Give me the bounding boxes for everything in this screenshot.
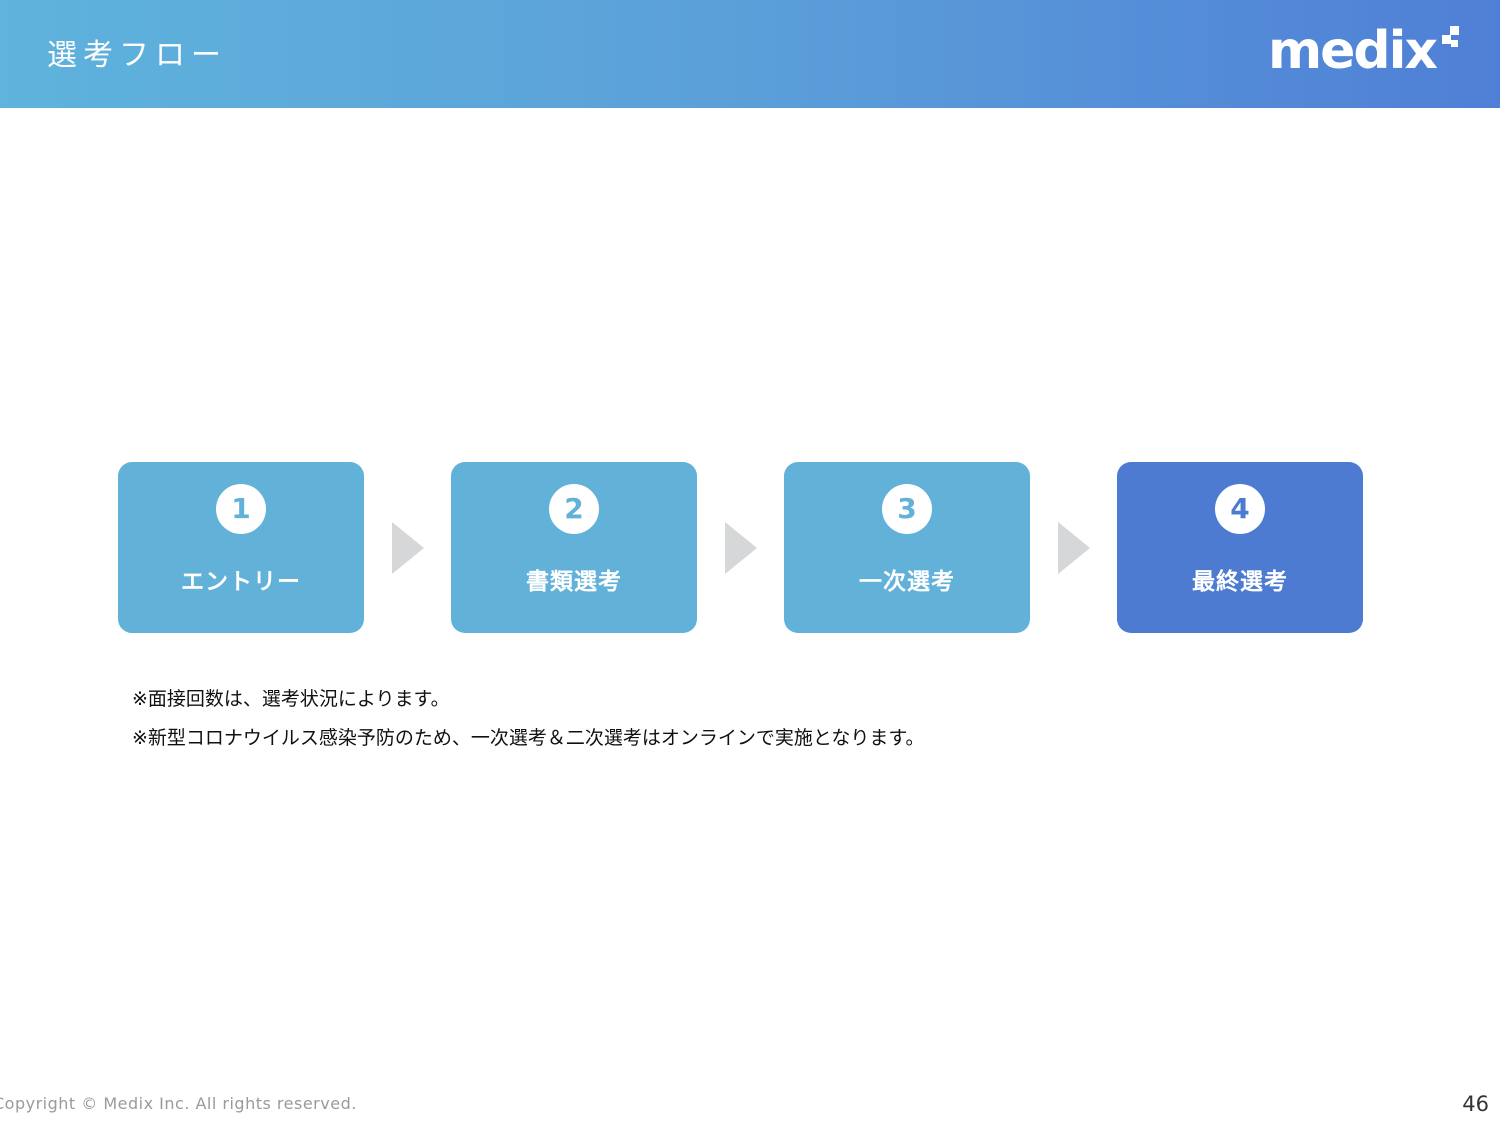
header-bar: 選考フロー medix: [0, 0, 1500, 108]
page-title: 選考フロー: [47, 38, 227, 73]
step-label: 書類選考: [526, 569, 622, 595]
note-line: ※面接回数は、選考状況によります。: [132, 688, 450, 710]
step-document-screening: 2 書類選考: [451, 462, 697, 633]
page-number: 46: [1462, 1092, 1489, 1116]
chevron-right-icon: [392, 522, 424, 574]
logo-text: medix: [1267, 21, 1438, 81]
step-first-interview: 3 一次選考: [784, 462, 1030, 633]
note-line: ※新型コロナウイルス感染予防のため、一次選考＆二次選考はオンラインで実施となりま…: [132, 727, 925, 749]
step-label: 一次選考: [859, 569, 955, 595]
step-label: 最終選考: [1192, 569, 1288, 595]
step-number-badge: 3: [882, 484, 932, 534]
step-number-badge: 4: [1215, 484, 1265, 534]
step-label: エントリー: [181, 569, 301, 595]
notes: ※面接回数は、選考状況によります。 ※新型コロナウイルス感染予防のため、一次選考…: [132, 680, 924, 758]
medix-logo: medix: [1268, 22, 1460, 82]
step-final-interview: 4 最終選考: [1117, 462, 1363, 633]
logo-pixel-mark: [1438, 26, 1460, 54]
step-number-badge: 1: [216, 484, 266, 534]
chevron-right-icon: [725, 522, 757, 574]
step-number-badge: 2: [549, 484, 599, 534]
chevron-right-icon: [1058, 522, 1090, 574]
step-entry: 1 エントリー: [118, 462, 364, 633]
copyright: Copyright © Medix Inc. All rights reserv…: [0, 1094, 357, 1113]
selection-flow: 1 エントリー 2 書類選考 3 一次選考 4 最終選考: [118, 462, 1364, 634]
